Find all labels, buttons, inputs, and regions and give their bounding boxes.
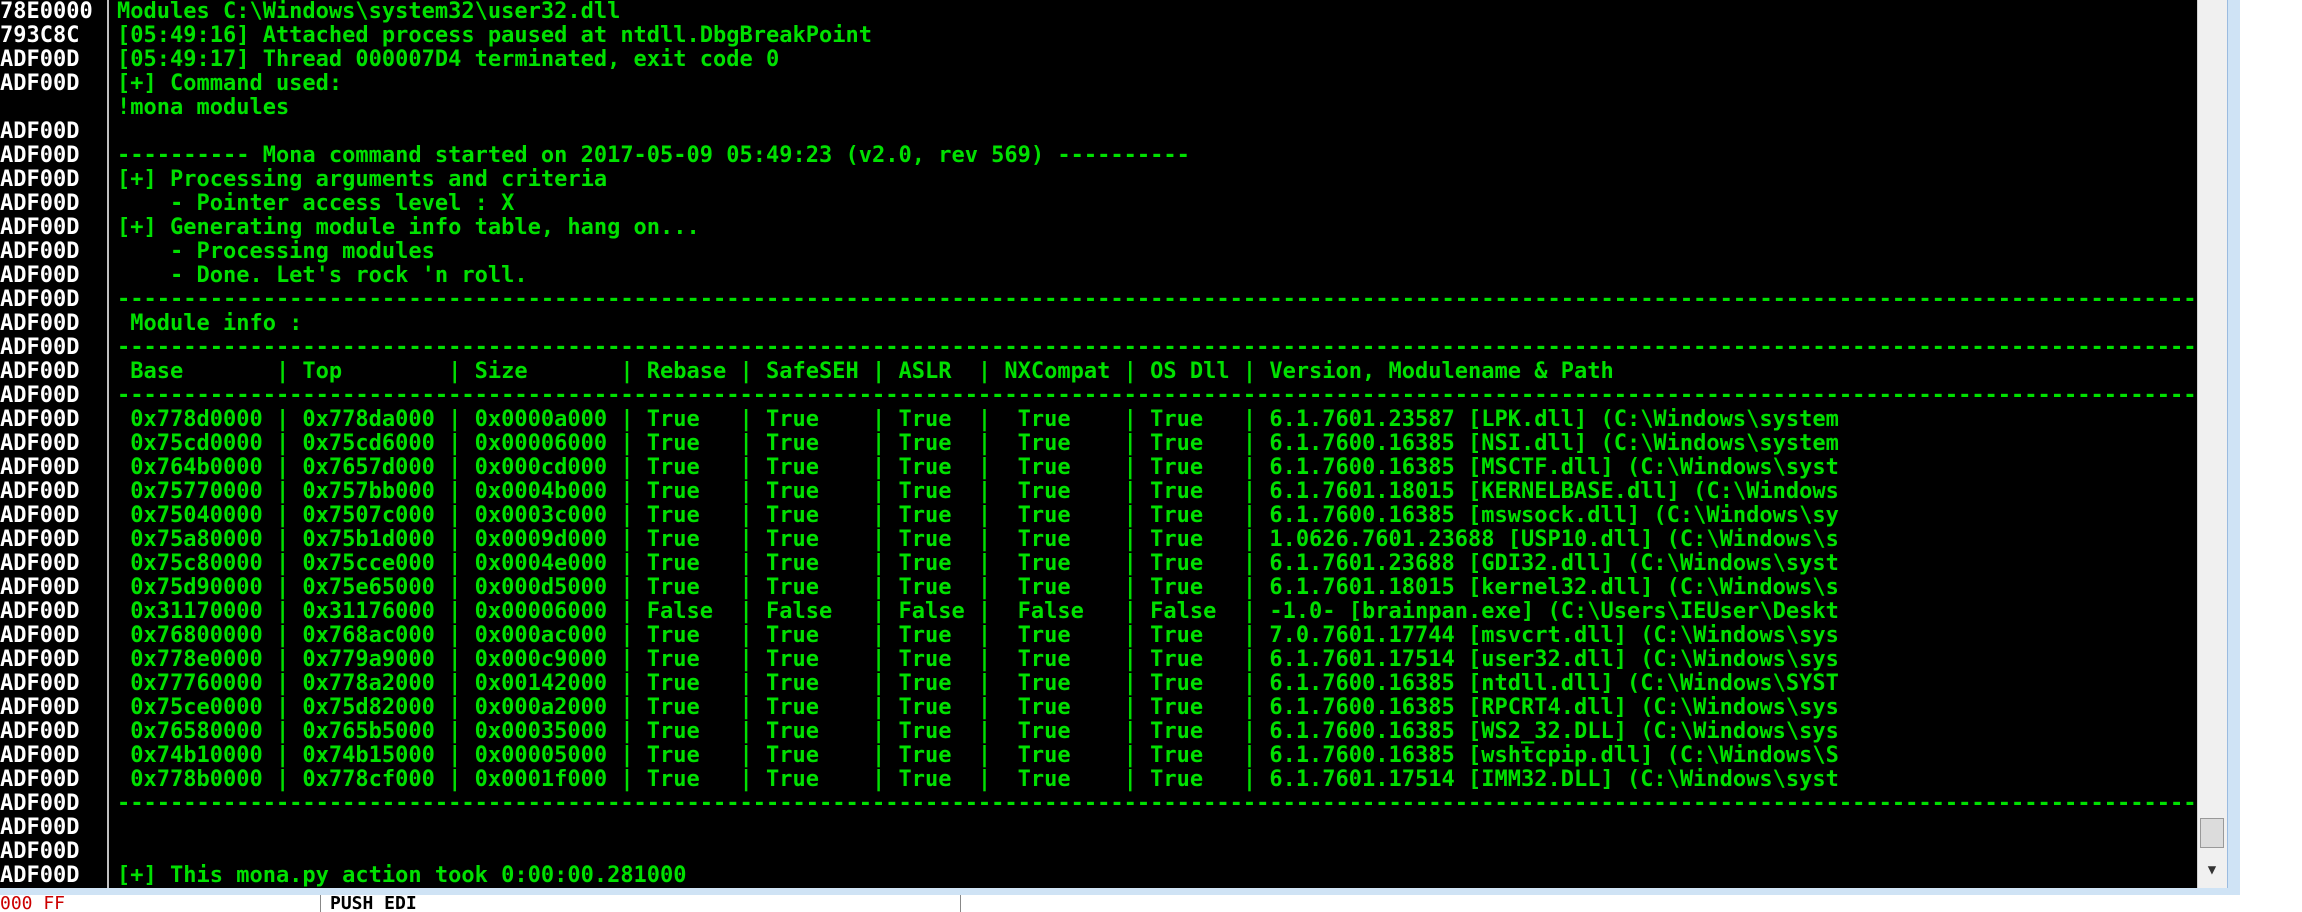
table-row: 0x75770000 | 0x757bb000 | 0x0004b000 | T…: [117, 480, 1839, 504]
pane-divider: [320, 895, 321, 912]
cpu-pane-strip: 000 FF PUSH EDI: [0, 895, 2302, 912]
address-column: 78E0000 793C8C ADF00D ADF00D ADF00D ADF0…: [0, 0, 109, 888]
address-cell: ADF00D: [0, 792, 80, 816]
address-cell: ADF00D: [0, 144, 80, 168]
mona-line: - Processing modules: [117, 240, 435, 264]
module-info-title: Module info :: [117, 312, 303, 336]
address-cell: ADF00D: [0, 168, 80, 192]
message-column: Modules C:\Windows\system32\user32.dll […: [117, 0, 2197, 888]
vertical-scrollbar[interactable]: ▼: [2197, 0, 2228, 888]
cpu-pane-command: PUSH EDI: [330, 895, 417, 912]
table-row: 0x77760000 | 0x778a2000 | 0x00142000 | T…: [117, 672, 1839, 696]
address-cell: ADF00D: [0, 864, 80, 888]
separator-line: ----------------------------------------…: [117, 384, 2197, 408]
table-row: 0x75ce0000 | 0x75d82000 | 0x000a2000 | T…: [117, 696, 1839, 720]
table-row: 0x31170000 | 0x31176000 | 0x00006000 | F…: [117, 600, 1839, 624]
table-row: 0x75c80000 | 0x75cce000 | 0x0004e000 | T…: [117, 552, 1839, 576]
address-cell: ADF00D: [0, 768, 80, 792]
address-cell: ADF00D: [0, 408, 80, 432]
address-cell: ADF00D: [0, 120, 80, 144]
log-line-command-used: [+] Command used:: [117, 72, 343, 96]
address-cell: 78E0000: [0, 0, 93, 24]
address-cell: ADF00D: [0, 72, 80, 96]
table-row: 0x76580000 | 0x765b5000 | 0x00035000 | T…: [117, 720, 1839, 744]
address-cell: 793C8C: [0, 24, 80, 48]
log-line-duration: [+] This mona.py action took 0:00:00.281…: [117, 864, 687, 888]
scroll-down-arrow-icon[interactable]: ▼: [2200, 856, 2224, 884]
address-cell: ADF00D: [0, 552, 80, 576]
address-cell: ADF00D: [0, 456, 80, 480]
window-frame-bottom: [0, 888, 2240, 895]
address-cell: ADF00D: [0, 216, 80, 240]
log-window[interactable]: 78E0000 793C8C ADF00D ADF00D ADF00D ADF0…: [0, 0, 2240, 888]
address-cell: ADF00D: [0, 840, 80, 864]
address-cell: ADF00D: [0, 312, 80, 336]
address-cell: ADF00D: [0, 264, 80, 288]
table-row: 0x75040000 | 0x7507c000 | 0x0003c000 | T…: [117, 504, 1839, 528]
address-cell: ADF00D: [0, 240, 80, 264]
address-cell: ADF00D: [0, 528, 80, 552]
address-cell: ADF00D: [0, 672, 80, 696]
table-row: 0x75a80000 | 0x75b1d000 | 0x0009d000 | T…: [117, 528, 1839, 552]
table-row: 0x778b0000 | 0x778cf000 | 0x0001f000 | T…: [117, 768, 1839, 792]
log-line-thread: [05:49:17] Thread 000007D4 terminated, e…: [117, 48, 780, 72]
address-cell: ADF00D: [0, 816, 80, 840]
separator-line: ----------------------------------------…: [117, 288, 2197, 312]
address-cell: ADF00D: [0, 48, 80, 72]
address-cell: ADF00D: [0, 648, 80, 672]
window-frame: [2227, 0, 2240, 888]
table-row: 0x778d0000 | 0x778da000 | 0x0000a000 | T…: [117, 408, 1839, 432]
address-cell: ADF00D: [0, 336, 80, 360]
separator-line: ----------------------------------------…: [117, 336, 2197, 360]
address-cell: ADF00D: [0, 624, 80, 648]
address-cell: ADF00D: [0, 288, 80, 312]
table-row: 0x75d90000 | 0x75e65000 | 0x000d5000 | T…: [117, 576, 1839, 600]
address-cell: ADF00D: [0, 504, 80, 528]
address-cell: ADF00D: [0, 480, 80, 504]
address-cell: ADF00D: [0, 720, 80, 744]
address-cell: ADF00D: [0, 432, 80, 456]
mona-line: - Pointer access level : X: [117, 192, 515, 216]
table-row: 0x74b10000 | 0x74b15000 | 0x00005000 | T…: [117, 744, 1839, 768]
table-row: 0x778e0000 | 0x779a9000 | 0x000c9000 | T…: [117, 648, 1839, 672]
address-cell: ADF00D: [0, 192, 80, 216]
address-cell: ADF00D: [0, 744, 80, 768]
log-line-command: !mona modules: [117, 96, 290, 120]
table-row: 0x764b0000 | 0x7657d000 | 0x000cd000 | T…: [117, 456, 1839, 480]
cpu-pane-left-text: 000 FF: [0, 895, 66, 912]
address-cell: ADF00D: [0, 384, 80, 408]
log-line-modules: Modules C:\Windows\system32\user32.dll: [117, 0, 621, 24]
table-row: 0x76800000 | 0x768ac000 | 0x000ac000 | T…: [117, 624, 1839, 648]
address-cell: [0, 96, 107, 120]
scrollbar-thumb[interactable]: [2200, 818, 2224, 848]
separator-line: ----------------------------------------…: [117, 792, 2197, 816]
address-cell: ADF00D: [0, 600, 80, 624]
address-cell: ADF00D: [0, 360, 80, 384]
mona-start-line: ---------- Mona command started on 2017-…: [117, 144, 1190, 168]
address-cell: ADF00D: [0, 576, 80, 600]
log-line-attached: [05:49:16] Attached process paused at nt…: [117, 24, 872, 48]
table-row: 0x75cd0000 | 0x75cd6000 | 0x00006000 | T…: [117, 432, 1839, 456]
address-cell: ADF00D: [0, 696, 80, 720]
pane-divider: [960, 895, 961, 912]
mona-line: - Done. Let's rock 'n roll.: [117, 264, 528, 288]
mona-line: [+] Processing arguments and criteria: [117, 168, 608, 192]
table-header: Base | Top | Size | Rebase | SafeSEH | A…: [117, 360, 1614, 384]
mona-line: [+] Generating module info table, hang o…: [117, 216, 700, 240]
